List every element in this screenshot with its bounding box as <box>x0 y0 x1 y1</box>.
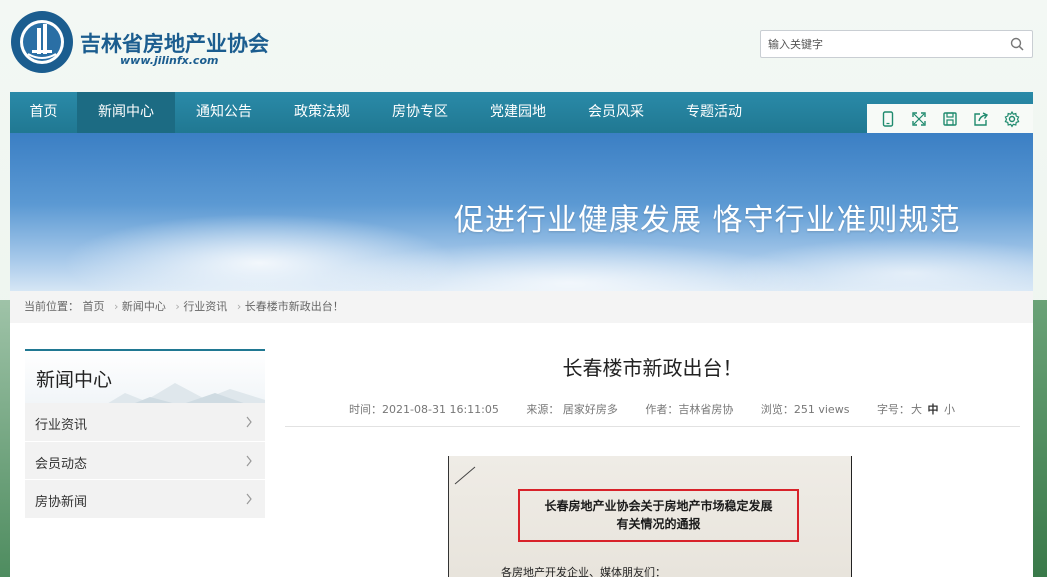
font-size-small[interactable]: 小 <box>944 403 955 416</box>
association-logo[interactable] <box>10 10 74 74</box>
article-source: 来源： 居家好房多 <box>526 403 618 416</box>
chevron-right-icon <box>246 493 252 505</box>
nav-item-members[interactable]: 会员风采 <box>567 92 665 133</box>
sidebar-header: 新闻中心 <box>25 349 265 403</box>
breadcrumb: 当前位置： 首页 › 新闻中心 › 行业资讯 › 长春楼市新政出台！ <box>10 291 1033 323</box>
font-size-large[interactable]: 大 <box>911 403 922 416</box>
article-time: 时间：2021-08-31 16:11:05 <box>349 403 499 416</box>
breadcrumb-home[interactable]: 首页 <box>83 300 105 313</box>
breadcrumb-separator: › <box>236 300 242 313</box>
sidebar-item-label: 行业资讯 <box>35 418 88 433</box>
breadcrumb-separator: › <box>175 300 180 313</box>
site-url[interactable]: www.jilinfx.com <box>120 54 218 67</box>
nav-item-notices[interactable]: 通知公告 <box>175 92 273 133</box>
mobile-icon[interactable] <box>879 110 897 128</box>
sidebar-item-label: 会员动态 <box>35 456 88 472</box>
nav-item-party[interactable]: 党建园地 <box>469 92 567 133</box>
save-icon[interactable] <box>941 110 959 128</box>
document-heading-line2: 有关情况的通报 <box>616 517 701 531</box>
nav-item-events[interactable]: 专题活动 <box>665 92 763 133</box>
breadcrumb-current: 长春楼市新政出台！ <box>244 300 344 313</box>
sidebar-item-members[interactable]: 会员动态 <box>25 441 265 480</box>
meta-divider <box>285 426 1020 427</box>
breadcrumb-prefix: 当前位置： <box>24 300 79 313</box>
nav-item-association[interactable]: 房协专区 <box>371 92 469 133</box>
search-input[interactable] <box>761 31 1001 57</box>
nav-item-policies[interactable]: 政策法规 <box>273 92 371 133</box>
content-area: 新闻中心 行业资讯 会员动态 房协新闻 长春楼市新政出台！ 时间：2021-08… <box>10 323 1033 577</box>
sidebar-item-association-news[interactable]: 房协新闻 <box>25 480 265 519</box>
toolbar <box>867 104 1033 133</box>
scenery-right <box>1033 300 1047 577</box>
banner: 促进行业健康发展 恪守行业准则规范 <box>10 133 1033 291</box>
font-size-label: 字号： <box>876 403 910 416</box>
article-views: 浏览：251 views <box>760 403 850 416</box>
article-document-image: 长春房地产业协会关于房地产市场稳定发展 有关情况的通报 各房地产开发企业、媒体朋… <box>448 456 852 577</box>
breadcrumb-news[interactable]: 新闻中心 <box>122 300 166 313</box>
settings-icon[interactable] <box>1003 110 1021 128</box>
pen-mark <box>454 466 476 485</box>
breadcrumb-separator: › <box>114 300 119 313</box>
document-heading-highlight: 长春房地产业协会关于房地产市场稳定发展 有关情况的通报 <box>518 489 799 542</box>
fullscreen-icon[interactable] <box>910 110 928 128</box>
sidebar: 新闻中心 行业资讯 会员动态 房协新闻 <box>25 349 265 519</box>
breadcrumb-industry[interactable]: 行业资讯 <box>183 300 227 313</box>
share-icon[interactable] <box>972 110 990 128</box>
nav-item-home[interactable]: 首页 <box>10 92 77 133</box>
sidebar-item-label: 房协新闻 <box>35 495 88 510</box>
mountain-decoration <box>108 383 265 403</box>
chevron-right-icon <box>246 455 252 466</box>
font-size-medium[interactable]: 中 <box>927 403 938 416</box>
font-size-control: 字号：大 中 小 <box>877 403 956 416</box>
nav-item-news[interactable]: 新闻中心 <box>77 92 175 133</box>
sidebar-title: 新闻中心 <box>36 369 113 391</box>
sidebar-item-industry[interactable]: 行业资讯 <box>25 403 265 442</box>
article-title: 长春楼市新政出台！ <box>562 356 743 380</box>
article-meta: 时间：2021-08-31 16:11:05 来源： 居家好房多 作者：吉林省房… <box>285 401 1020 417</box>
search-icon[interactable] <box>1010 37 1024 51</box>
document-greeting: 各房地产开发企业、媒体朋友们： <box>501 566 666 577</box>
article-author: 作者：吉林省房协 <box>645 403 734 416</box>
banner-slogan: 促进行业健康发展 恪守行业准则规范 <box>454 203 961 238</box>
main-nav: 首页 新闻中心 通知公告 政策法规 房协专区 党建园地 会员风采 专题活动 <box>10 92 1033 133</box>
document-heading-line1: 长春房地产业协会关于房地产市场稳定发展 <box>544 499 773 513</box>
chevron-right-icon <box>246 416 252 428</box>
search-box <box>760 30 1033 58</box>
